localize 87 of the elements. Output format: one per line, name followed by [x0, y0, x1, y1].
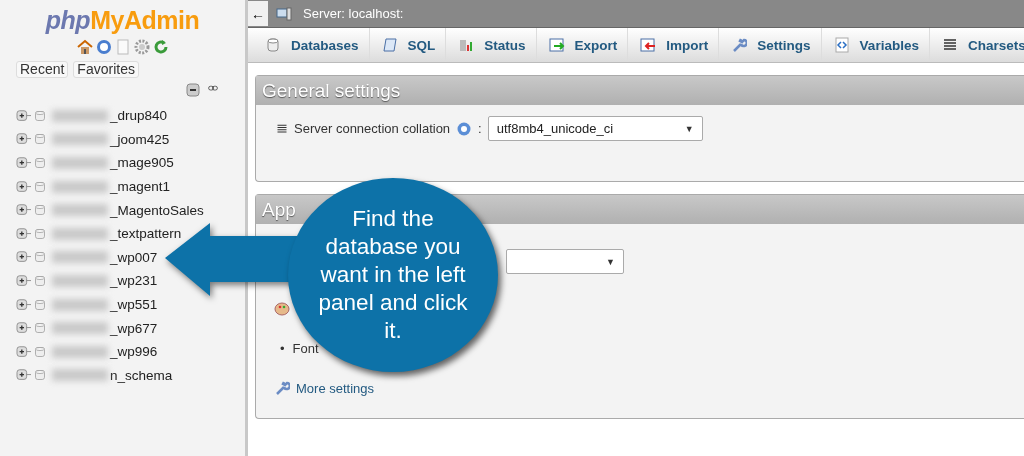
- wrench-icon: [274, 380, 290, 396]
- expand-icon: [14, 156, 34, 170]
- database-icon: [34, 297, 46, 312]
- database-icon: [34, 344, 46, 359]
- redaction-blur: [52, 157, 108, 169]
- expand-icon: [14, 297, 34, 312]
- database-icon: [34, 250, 46, 265]
- bullet: •: [280, 341, 285, 356]
- expand-icon: [14, 226, 34, 241]
- database-icon: [34, 179, 46, 194]
- nav-tab[interactable]: Export: [536, 28, 629, 62]
- database-icon: [34, 203, 46, 218]
- database-link[interactable]: n_schema: [110, 367, 173, 383]
- server-icon: [276, 5, 292, 22]
- palette-icon: [274, 301, 290, 317]
- database-link[interactable]: _wp551: [110, 297, 158, 313]
- redaction-blur: [52, 204, 108, 217]
- expand-icon: [14, 132, 34, 147]
- nav-tab[interactable]: Status: [446, 28, 537, 62]
- redaction-blur: [52, 322, 108, 335]
- dropdown-arrow: ▼: [606, 256, 615, 267]
- panel-title: General settings: [256, 76, 1024, 105]
- theme-select[interactable]: ▼: [506, 249, 624, 274]
- export-icon: [548, 37, 565, 53]
- back-button[interactable]: ←: [248, 1, 268, 26]
- database-link[interactable]: _drup840: [110, 108, 168, 124]
- redaction-blur: [52, 109, 108, 122]
- database-link[interactable]: _joom425: [110, 131, 170, 147]
- expand-icon: [14, 321, 34, 336]
- database-icon: [34, 226, 46, 241]
- scroll-icon: [381, 37, 398, 53]
- redaction-blur: [52, 298, 108, 311]
- database-link[interactable]: _wp996: [110, 344, 158, 360]
- reload-icon: [152, 39, 169, 55]
- database-icon: [34, 132, 46, 147]
- document-icon: [114, 39, 131, 55]
- collation-select[interactable]: utf8mb4_unicode_ci ▼: [487, 116, 703, 141]
- settings-icon: [133, 39, 150, 55]
- lines-icon: [941, 37, 958, 53]
- database-link[interactable]: _magent1: [110, 179, 171, 195]
- database-link[interactable]: _MagentoSales: [110, 202, 204, 218]
- nav-tab[interactable]: Import: [628, 28, 720, 62]
- lines-icon: [276, 122, 288, 135]
- redaction-blur: [52, 369, 108, 382]
- database-link[interactable]: _mage905: [110, 155, 174, 171]
- database-icon: [265, 37, 281, 53]
- expand-icon: [14, 203, 34, 218]
- server-title[interactable]: Server: localhost:: [303, 6, 404, 21]
- database-icon: [34, 108, 46, 123]
- database-link[interactable]: _wp007: [110, 249, 158, 265]
- expand-icon: [14, 273, 34, 288]
- nav-tab[interactable]: Settings: [719, 28, 822, 62]
- expand-icon: [14, 179, 34, 194]
- redaction-blur: [52, 133, 108, 146]
- wrench-icon: [731, 37, 748, 53]
- sidebar-tab[interactable]: Favorites: [73, 61, 139, 78]
- field-label: Server connection collation: [294, 121, 451, 136]
- code-icon: [833, 37, 850, 53]
- expand-icon: [14, 368, 34, 383]
- dropdown-arrow: ▼: [684, 123, 694, 134]
- database-icon: [34, 321, 46, 336]
- nav-tab[interactable]: Variables: [821, 28, 930, 62]
- home-icon: [76, 39, 93, 55]
- more-settings-link[interactable]: More settings: [296, 380, 375, 396]
- app-logo[interactable]: phpMyAdmin: [45, 6, 200, 35]
- nav-tab[interactable]: SQL: [369, 28, 447, 62]
- collapse-icon: [185, 82, 201, 98]
- database-icon: [34, 156, 46, 170]
- database-icon: [34, 368, 46, 383]
- redaction-blur: [52, 180, 108, 193]
- database-link[interactable]: _wp231: [110, 273, 158, 289]
- list-item: Font: [292, 341, 319, 356]
- import-icon: [640, 37, 657, 53]
- expand-icon: [14, 250, 34, 265]
- expand-icon: [14, 344, 34, 359]
- sidebar-tab[interactable]: Recent: [16, 61, 69, 78]
- redaction-blur: [52, 251, 108, 264]
- redaction-blur: [52, 345, 108, 358]
- nav-tab[interactable]: Databases: [253, 28, 370, 62]
- database-link[interactable]: _wp677: [110, 320, 158, 336]
- expand-icon: [14, 108, 34, 123]
- redaction-blur: [52, 274, 108, 287]
- bar-chart-icon: [458, 37, 475, 53]
- database-link[interactable]: _textpattern: [110, 226, 182, 242]
- colon: :: [478, 121, 482, 136]
- redaction-blur: [52, 227, 108, 240]
- database-icon: [34, 273, 46, 288]
